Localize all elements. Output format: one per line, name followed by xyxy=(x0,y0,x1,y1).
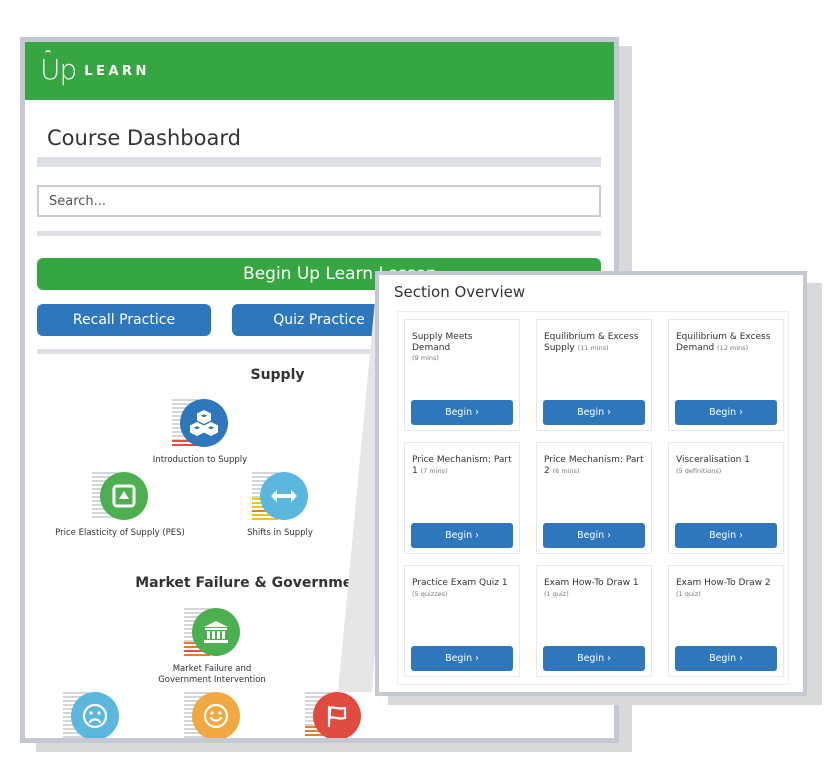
lesson-card-title: Price Mechanism: Part 1 (7 mins) xyxy=(412,455,513,476)
page-title: Course Dashboard xyxy=(47,126,241,150)
begin-lesson-card-button[interactable]: Begin › xyxy=(543,523,645,548)
begin-lesson-card-button[interactable]: Begin › xyxy=(543,646,645,671)
sad-face-icon xyxy=(71,692,119,738)
topic-label: Market Failure and Government Interventi… xyxy=(158,664,266,685)
topic-happy-face[interactable] xyxy=(142,692,282,738)
lesson-duration: (6 mins) xyxy=(552,466,580,475)
lesson-duration: (12 mins) xyxy=(717,343,749,352)
up-learn-logo[interactable]: Up LEARN xyxy=(40,50,150,86)
topic-graphic xyxy=(252,472,308,520)
lesson-card: Price Mechanism: Part 1 (7 mins) Begin › xyxy=(404,442,520,554)
divider xyxy=(37,157,601,167)
begin-lesson-card-button[interactable]: Begin › xyxy=(543,400,645,425)
topic-graphic xyxy=(184,608,240,656)
flag-icon xyxy=(313,692,361,738)
lesson-card-title: Practice Exam Quiz 1 (5 quizzes) xyxy=(412,578,513,599)
topic-graphic xyxy=(305,692,361,738)
begin-lesson-card-button[interactable]: Begin › xyxy=(411,400,513,425)
lesson-duration: (5 quizzes) xyxy=(412,589,448,598)
happy-face-icon xyxy=(192,692,240,738)
search-input[interactable] xyxy=(37,185,601,217)
lesson-card-title: Supply Meets Demand (9 mins) xyxy=(412,332,513,364)
topic-label: Shifts in Supply xyxy=(247,528,313,538)
lesson-title-text: Practice Exam Quiz 1 xyxy=(412,578,508,588)
lesson-card: Equilibrium & Excess Supply (11 mins) Beg… xyxy=(536,319,652,431)
logo-learn-text: LEARN xyxy=(84,63,150,79)
begin-lesson-card-button[interactable]: Begin › xyxy=(675,646,777,671)
begin-lesson-card-button[interactable]: Begin › xyxy=(411,646,513,671)
topic-graphic xyxy=(184,692,240,738)
lesson-duration: (1 quiz) xyxy=(676,589,701,598)
lesson-card: Supply Meets Demand (9 mins) Begin › xyxy=(404,319,520,431)
overview-card-grid: Supply Meets Demand (9 mins) Begin › Equil… xyxy=(397,311,789,685)
logo-up-text: Up xyxy=(40,50,77,86)
lesson-card-title: Visceralisation 1 (5 definitions) xyxy=(676,455,777,476)
lesson-card: Equilibrium & Excess Demand (12 mins) Beg… xyxy=(668,319,784,431)
lesson-duration: (9 mins) xyxy=(412,354,439,362)
overview-title: Section Overview xyxy=(394,283,526,301)
topic-graphic xyxy=(63,692,119,738)
lesson-title-text: Supply Meets Demand xyxy=(412,332,473,353)
divider xyxy=(37,231,601,236)
lesson-duration: (11 mins) xyxy=(577,343,609,352)
lesson-title-text: Visceralisation 1 xyxy=(676,455,750,465)
begin-lesson-card-button[interactable]: Begin › xyxy=(675,400,777,425)
recall-practice-button[interactable]: Recall Practice xyxy=(37,304,211,336)
lesson-card: Exam How-To Draw 1 (1 quiz) Begin › xyxy=(536,565,652,677)
lesson-title-text: Exam How-To Draw 2 xyxy=(676,578,771,588)
topic-introduction-to-supply[interactable]: Introduction to Supply xyxy=(130,399,270,466)
topic-price-elasticity-of-supply[interactable]: Price Elasticity of Supply (PES) xyxy=(50,472,190,539)
lesson-card: Visceralisation 1 (5 definitions) Begin › xyxy=(668,442,784,554)
lesson-duration: (7 mins) xyxy=(420,466,448,475)
lesson-card: Practice Exam Quiz 1 (5 quizzes) Begin › xyxy=(404,565,520,677)
topic-sad-face[interactable] xyxy=(25,692,161,738)
lesson-card-title: Exam How-To Draw 2 (1 quiz) xyxy=(676,578,777,599)
lesson-card-title: Exam How-To Draw 1 (1 quiz) xyxy=(544,578,645,599)
triangle-box-icon xyxy=(100,472,148,520)
double-arrow-icon xyxy=(260,472,308,520)
lesson-title-text: Exam How-To Draw 1 xyxy=(544,578,639,588)
begin-lesson-card-button[interactable]: Begin › xyxy=(675,523,777,548)
section-overview-window: Section Overview Supply Meets Demand (9 … xyxy=(375,271,807,696)
lesson-duration: (1 quiz) xyxy=(544,589,569,598)
lesson-card-title: Equilibrium & Excess Supply (11 mins) xyxy=(544,332,645,353)
topic-graphic xyxy=(92,472,148,520)
top-bar: Up LEARN xyxy=(25,42,614,100)
begin-lesson-card-button[interactable]: Begin › xyxy=(411,523,513,548)
topic-market-failure-and-government-intervention[interactable]: Market Failure and Government Interventi… xyxy=(142,608,282,686)
government-building-icon xyxy=(192,608,240,656)
lesson-duration: (5 definitions) xyxy=(676,466,722,475)
topic-graphic xyxy=(172,399,228,447)
topic-flag[interactable] xyxy=(263,692,403,738)
lesson-card-title: Price Mechanism: Part 2 (6 mins) xyxy=(544,455,645,476)
lesson-card: Exam How-To Draw 2 (1 quiz) Begin › xyxy=(668,565,784,677)
cubes-icon xyxy=(180,399,228,447)
topic-label: Introduction to Supply xyxy=(152,455,248,465)
lesson-card-title: Equilibrium & Excess Demand (12 mins) xyxy=(676,332,777,353)
lesson-card: Price Mechanism: Part 2 (6 mins) Begin › xyxy=(536,442,652,554)
topic-label: Price Elasticity of Supply (PES) xyxy=(55,528,185,538)
topic-shifts-in-supply[interactable]: Shifts in Supply xyxy=(210,472,350,539)
